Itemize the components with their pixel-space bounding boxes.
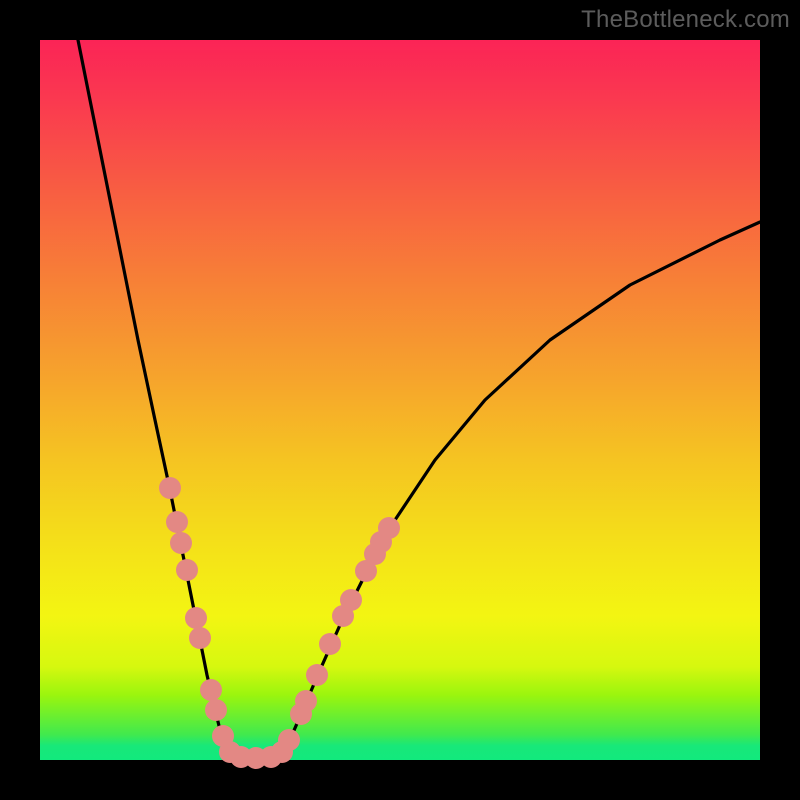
bottleneck-curve [78,40,760,758]
marker-group [159,477,400,769]
watermark-text: TheBottleneck.com [581,6,790,34]
data-point [189,627,211,649]
curve-group [78,40,760,758]
data-point [185,607,207,629]
data-point [205,699,227,721]
data-point [319,633,341,655]
chart-frame: TheBottleneck.com [0,0,800,800]
data-point [159,477,181,499]
data-point [166,511,188,533]
chart-svg [40,40,760,760]
data-point [170,532,192,554]
data-point [340,589,362,611]
data-point [200,679,222,701]
data-point [306,664,328,686]
data-point [278,729,300,751]
plot-area [40,40,760,760]
data-point [295,690,317,712]
data-point [378,517,400,539]
data-point [176,559,198,581]
